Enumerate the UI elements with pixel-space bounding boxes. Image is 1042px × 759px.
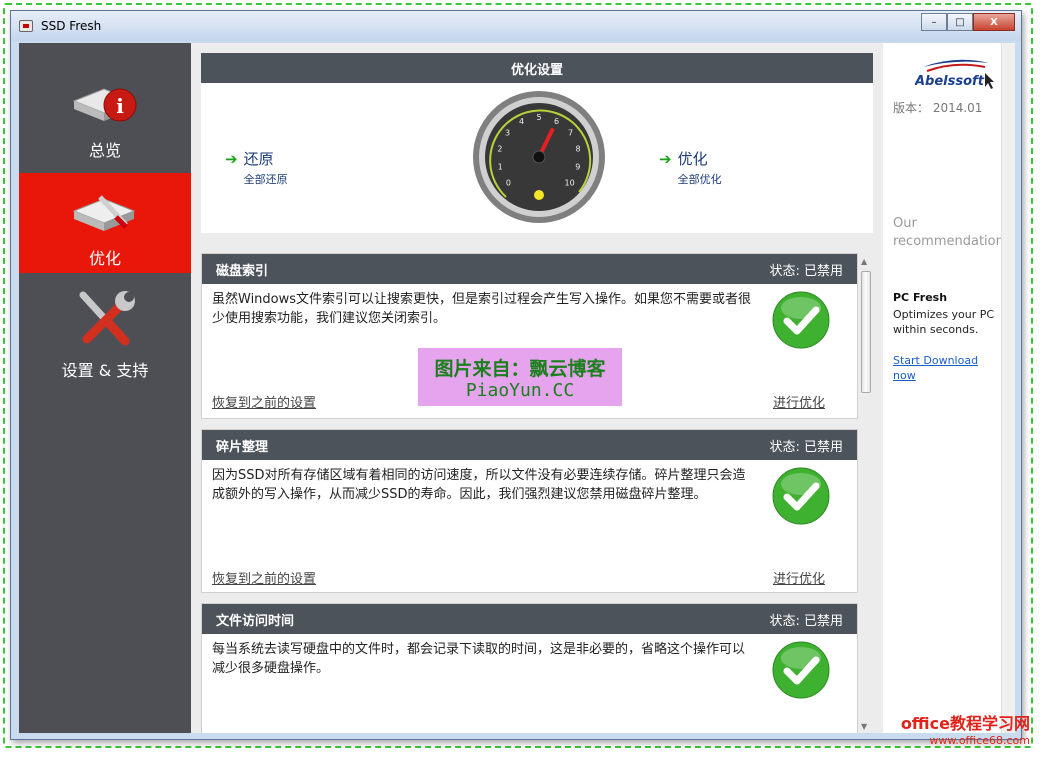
gauge-tick-label: 3 [505, 128, 510, 137]
nav-label-overview: 总览 [88, 141, 121, 160]
window-title: SSD Fresh [41, 19, 102, 33]
watermark-line-1: 图片来自：飘云博客 [434, 358, 606, 380]
site-watermark: office教程学习网 www.office68.com [880, 710, 1030, 747]
optimize-all-action[interactable]: ➔ 优化 全部优化 [659, 149, 722, 187]
restore-subtitle: 全部还原 [243, 173, 288, 186]
gauge-tick-label: 6 [554, 117, 559, 126]
logo-text: Abelssoft [915, 74, 985, 89]
start-download-link[interactable]: Start Download now [893, 353, 993, 383]
card-title: 文件访问时间 [216, 613, 295, 629]
nav-item-overview[interactable]: i 总览 [19, 43, 191, 173]
status-text: 状态: 已禁用 [769, 263, 843, 279]
app-icon [19, 20, 33, 32]
nav-item-optimize[interactable]: 优化 [19, 173, 191, 273]
optimize-title: 优化 [677, 150, 708, 168]
card-header: 磁盘索引 状态: 已禁用 [202, 254, 857, 284]
gauge-tick-label: 9 [575, 163, 580, 172]
gauge-tick-label: 0 [506, 179, 511, 188]
card-header: 碎片整理 状态: 已禁用 [202, 430, 857, 460]
card-description: 因为SSD对所有存储区域有着相同的访问速度，所以文件没有必要连续存储。碎片整理只… [212, 468, 746, 502]
site-watermark-url: www.office68.com [929, 734, 1030, 747]
maximize-button[interactable]: □ [947, 13, 973, 31]
gauge-tick-label: 1 [498, 163, 503, 172]
card-description: 虽然Windows文件索引可以让搜索更快，但是索引过程会产生写入操作。如果您不需… [212, 292, 752, 326]
version-label: 版本： 2014.01 [893, 101, 983, 115]
optimize-settings-panel: 优化设置 ➔ 还原 全部还原 01 234 5 678 910 ➔ [201, 53, 873, 233]
card-title: 磁盘索引 [216, 263, 269, 279]
green-arrow-icon: ➔ [225, 150, 238, 168]
product-description: Optimizes your PC within seconds. [893, 308, 995, 336]
recommendation-label: Our recommendation: [893, 216, 1009, 249]
gauge-tick-label: 8 [576, 145, 581, 154]
gauge-tick-label: 2 [497, 145, 502, 154]
abelssoft-logo: Abelssoft [915, 59, 994, 89]
green-check-icon [772, 467, 830, 525]
title-bar[interactable]: SSD Fresh – □ X [11, 11, 1021, 41]
scroll-up-icon[interactable]: ▲ [861, 257, 867, 266]
card-file-access-time: 文件访问时间 状态: 已禁用 每当系统去读写硬盘中的文件时，都会记录下读取的时间… [201, 603, 858, 733]
svg-text:i: i [116, 94, 124, 118]
gauge-tick-label: 10 [565, 179, 575, 188]
green-check-icon [772, 641, 830, 699]
window-controls: – □ X [921, 13, 1015, 31]
restore-all-action[interactable]: ➔ 还原 全部还原 [225, 149, 288, 187]
product-name: PC Fresh [893, 291, 948, 304]
sidebar: i 总览 优化 设置 & 支持 [19, 43, 191, 733]
card-title: 碎片整理 [216, 439, 269, 455]
restore-link[interactable]: 恢复到之前的设置 [212, 392, 316, 411]
watermark-badge: 图片来自：飘云博客 PiaoYun.CC [418, 348, 622, 406]
green-check-icon [772, 291, 830, 349]
nav-item-settings[interactable]: 设置 & 支持 [19, 273, 191, 403]
site-watermark-title: office教程学习网 [900, 714, 1030, 733]
gauge-indicator-dot [534, 190, 544, 200]
card-header: 文件访问时间 状态: 已禁用 [202, 604, 857, 634]
right-panel-scrollbar[interactable] [1001, 43, 1015, 733]
gauge-tick-label: 7 [568, 128, 573, 137]
optimize-link[interactable]: 进行优化 [773, 392, 825, 411]
green-arrow-icon: ➔ [659, 150, 672, 168]
gauge-tick-label: 4 [519, 117, 524, 126]
restore-link[interactable]: 恢复到之前的设置 [212, 568, 316, 587]
right-panel: Abelssoft 版本： 2014.01 Our recommendation… [883, 43, 1009, 733]
nav-label-settings: 设置 & 支持 [61, 361, 149, 380]
card-description: 每当系统去读写硬盘中的文件时，都会记录下读取的时间，这是非必要的，省略这个操作可… [212, 642, 746, 676]
scroll-down-icon[interactable]: ▼ [861, 722, 867, 731]
ssd-info-icon: i [72, 88, 137, 122]
optimize-subtitle: 全部优化 [677, 173, 722, 186]
card-defrag: 碎片整理 状态: 已禁用 因为SSD对所有存储区域有着相同的访问速度，所以文件没… [201, 429, 858, 593]
cursor-icon [985, 73, 994, 89]
optimize-settings-header: 优化设置 [201, 53, 873, 83]
watermark-line-2: PiaoYun.CC [465, 380, 575, 401]
gauge-tick-label: 5 [536, 113, 541, 122]
nav-label-optimize: 优化 [88, 249, 121, 268]
cards-scrollbar[interactable]: ▲ ▼ [859, 257, 873, 731]
close-button[interactable]: X [973, 13, 1015, 31]
status-text: 状态: 已禁用 [769, 613, 843, 629]
optimize-link[interactable]: 进行优化 [773, 568, 825, 587]
speed-gauge: 01 234 5 678 910 [473, 91, 605, 223]
status-text: 状态: 已禁用 [769, 439, 843, 455]
minimize-button[interactable]: – [921, 13, 947, 31]
ssd-optimize-icon [72, 195, 136, 231]
restore-title: 还原 [243, 150, 274, 168]
tools-icon [79, 291, 135, 346]
scroll-thumb[interactable] [861, 271, 871, 393]
